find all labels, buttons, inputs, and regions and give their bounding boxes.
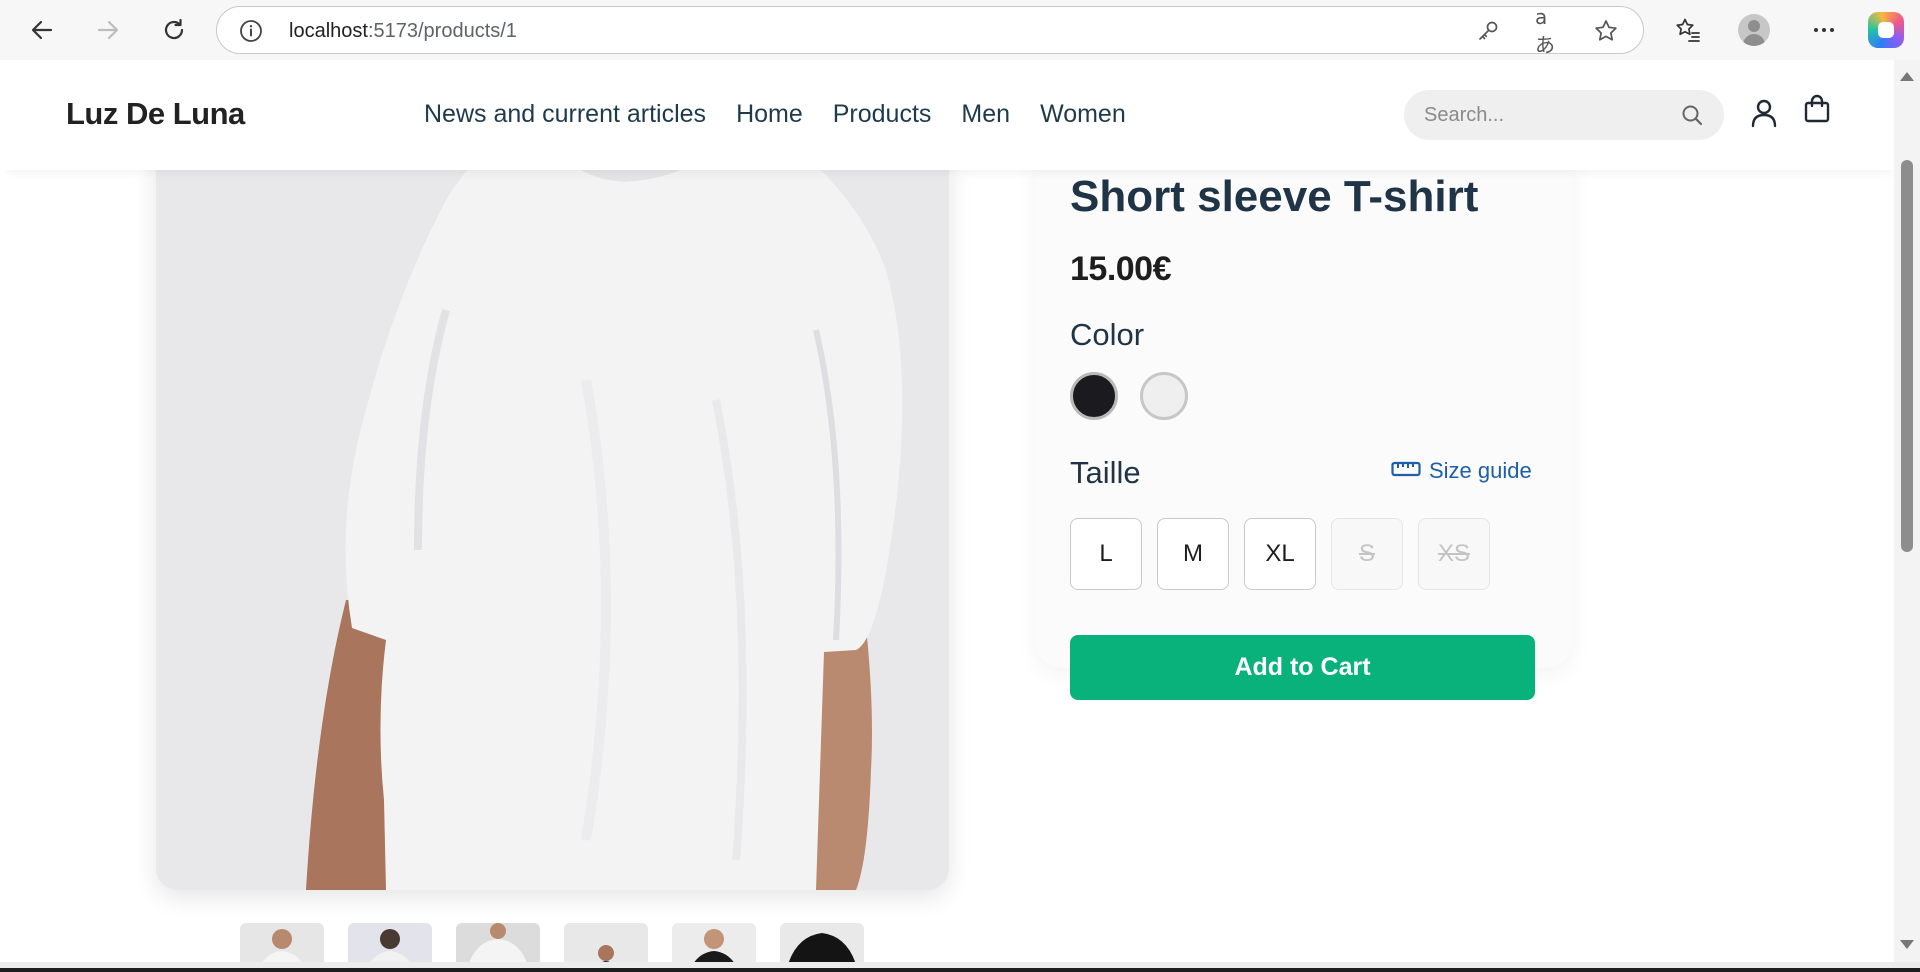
tshirt-photo-illustration [156,80,949,890]
size-label: Taille [1070,455,1141,490]
url-host: localhost [289,20,368,42]
thumbnail-2[interactable] [348,923,432,962]
search-input[interactable] [1424,102,1664,128]
size-guide-label: Size guide [1429,458,1532,483]
url-text[interactable]: localhost:5173/products/1 [289,20,517,43]
nav-link-news[interactable]: News and current articles [424,100,706,129]
product-title: Short sleeve T-shirt [1070,172,1479,221]
size-options: L M XL S XS [1070,518,1490,590]
product-main-image [156,80,949,890]
key-icon[interactable] [1475,18,1501,44]
color-swatch-white[interactable] [1140,372,1188,420]
size-option-xs: XS [1418,518,1490,590]
thumbnail-1[interactable] [240,923,324,962]
copilot-icon[interactable] [1868,12,1904,48]
favorite-star-icon[interactable] [1593,18,1619,44]
nav-link-women[interactable]: Women [1040,100,1126,129]
scrollbar-thumb[interactable] [1901,160,1913,552]
thumbnail-4[interactable] [564,923,648,962]
thumbnail-6[interactable] [780,923,864,962]
nav-link-men[interactable]: Men [961,100,1010,129]
forward-arrow-icon[interactable] [88,10,128,50]
profile-avatar[interactable] [1738,14,1770,46]
search-box [1404,90,1724,140]
thumbnail-5[interactable] [672,923,756,962]
search-icon[interactable] [1680,103,1704,132]
page-scrollbar[interactable] [1894,60,1920,962]
color-label: Color [1070,317,1145,352]
address-bar[interactable]: localhost:5173/products/1 aあ [216,5,1644,57]
size-option-l[interactable]: L [1070,518,1142,590]
nav-link-products[interactable]: Products [833,100,932,129]
add-to-cart-button[interactable]: Add to Cart [1070,635,1535,700]
shopping-bag-icon[interactable] [1803,94,1831,129]
ruler-icon [1391,460,1421,483]
size-option-m[interactable]: M [1157,518,1229,590]
site-info-icon[interactable] [239,19,263,48]
favorites-list-icon[interactable] [1668,10,1708,50]
scroll-down-arrow-icon[interactable] [1900,940,1914,949]
nav-link-home[interactable]: Home [736,100,803,129]
main-nav: News and current articles Home Products … [424,100,1126,129]
reload-icon[interactable] [154,10,194,50]
size-guide-link[interactable]: Size guide [1391,458,1532,484]
thumbnail-3[interactable] [456,923,540,962]
url-path: :5173/products/1 [367,20,517,42]
size-option-s: S [1331,518,1403,590]
site-logo[interactable]: Luz De Luna [66,96,245,132]
translate-icon[interactable]: aあ [1535,5,1561,57]
site-header: Luz De Luna News and current articles Ho… [6,60,1894,170]
scroll-up-arrow-icon[interactable] [1900,72,1914,81]
page-viewport: Short sleeve T-shirt 15.00€ Color Taille… [6,60,1894,962]
window-bottom-edge [0,962,1920,972]
product-price: 15.00€ [1070,250,1172,288]
back-arrow-icon[interactable] [22,10,62,50]
color-swatch-black[interactable] [1070,372,1118,420]
browser-toolbar: localhost:5173/products/1 aあ [0,0,1920,60]
thumbnail-strip [240,923,864,962]
more-menu-icon[interactable] [1804,10,1844,50]
user-account-icon[interactable] [1750,98,1778,133]
size-option-xl[interactable]: XL [1244,518,1316,590]
